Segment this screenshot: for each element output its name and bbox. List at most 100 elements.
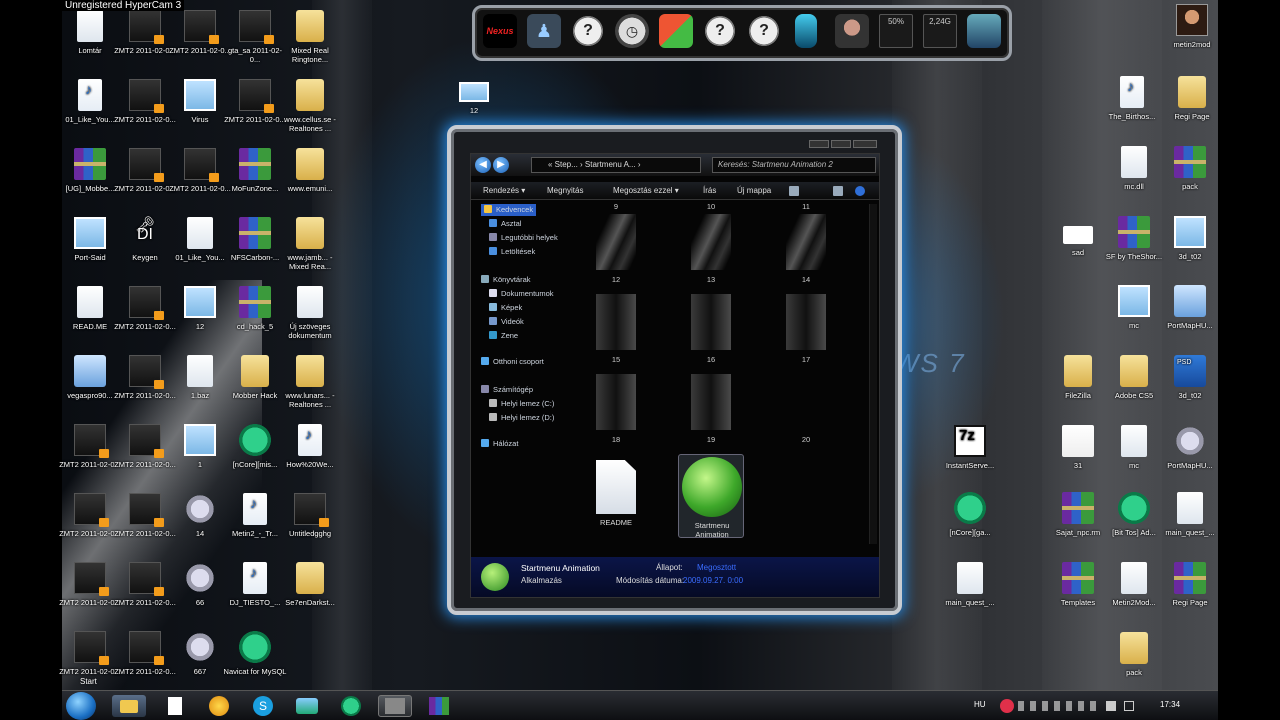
nav-item[interactable]: Legutóbbi helyek <box>489 232 558 244</box>
thumbnail-image[interactable] <box>691 374 731 430</box>
view-options-icon[interactable] <box>789 186 799 196</box>
taskbar-utorrent-button[interactable] <box>334 695 368 717</box>
taskbar-messenger-button[interactable] <box>202 695 236 717</box>
flag-icon[interactable] <box>1106 701 1116 711</box>
desktop-icon[interactable]: Sajat_npc.rm <box>1046 492 1110 537</box>
thumbnail-image[interactable] <box>691 214 731 270</box>
organize-button[interactable]: Rendezés ▾ <box>483 186 525 195</box>
battery-icon[interactable] <box>795 14 817 48</box>
avatar-icon[interactable] <box>835 14 869 48</box>
taskbar-explorer-button[interactable] <box>112 695 146 717</box>
desktop-icon[interactable]: pack <box>1102 632 1166 677</box>
desktop-icon[interactable]: Regi Page <box>1158 562 1222 607</box>
game-icon[interactable]: ♟ <box>527 14 561 48</box>
nav-item[interactable]: Képek <box>489 302 522 314</box>
desktop-icon[interactable]: sad <box>1046 216 1110 257</box>
nav-item[interactable]: Dokumentumok <box>489 288 554 300</box>
desktop-icon[interactable]: 12 <box>442 82 506 115</box>
desktop-icon[interactable]: mc <box>1102 425 1166 470</box>
file-item[interactable]: Startmenu Animation <box>678 454 744 539</box>
desktop-icon[interactable]: 3d_t02 <box>1158 216 1222 261</box>
desktop-icon[interactable]: Metin2Mod... <box>1102 562 1166 607</box>
nav-item[interactable]: Számítógép <box>481 384 533 396</box>
close-button[interactable] <box>853 140 877 148</box>
nav-item[interactable]: Helyi lemez (D:) <box>489 412 554 424</box>
forward-button[interactable]: ▶ <box>493 157 509 173</box>
maximize-button[interactable] <box>831 140 851 148</box>
nav-item[interactable]: Letöltések <box>489 246 535 258</box>
desktop-icon[interactable]: Regi Page <box>1160 76 1224 121</box>
desktop-icon[interactable]: How%20We... <box>278 424 342 469</box>
back-button[interactable]: ◀ <box>475 157 491 173</box>
scrollbar[interactable] <box>869 204 877 544</box>
taskbar-notepad-button[interactable] <box>158 695 192 717</box>
taskbar-network-button[interactable] <box>290 695 324 717</box>
desktop-icon[interactable]: www.cellus.se - Realtones ... <box>278 79 342 133</box>
help-icon[interactable] <box>855 186 865 196</box>
desktop-icon[interactable]: Templates <box>1046 562 1110 607</box>
desktop-icon[interactable]: InstantServe... <box>938 425 1002 470</box>
desktop-icon[interactable]: www.lunars... - Realtones ... <box>278 355 342 409</box>
taskbar-winrar-button[interactable] <box>422 695 456 717</box>
thumbnail-image[interactable] <box>596 294 636 350</box>
search-input[interactable]: Keresés: Startmenu Animation 2 <box>712 157 876 173</box>
desktop-icon[interactable]: SF by TheShor... <box>1102 216 1166 261</box>
desktop-icon[interactable]: Új szöveges dokumentum <box>278 286 342 340</box>
thumbnail-image[interactable] <box>596 214 636 270</box>
nav-item[interactable]: Otthoni csoport <box>481 356 544 368</box>
nav-item[interactable]: Zene <box>489 330 518 342</box>
help-icon[interactable]: ? <box>747 14 781 48</box>
camera-icon[interactable] <box>967 14 1001 48</box>
language-indicator[interactable]: HU <box>974 700 986 709</box>
desktop-icon[interactable]: 31 <box>1046 425 1110 470</box>
desktop-icon[interactable]: pack <box>1158 146 1222 191</box>
tray-icons[interactable] <box>1018 701 1098 711</box>
help-icon[interactable]: ? <box>571 14 605 48</box>
desktop-icon[interactable]: Navicat for MySQL <box>223 631 287 676</box>
desktop-icon[interactable]: main_quest_... <box>938 562 1002 607</box>
desktop-icon[interactable]: The_Birthos... <box>1100 76 1164 121</box>
nav-item[interactable]: Videók <box>489 316 524 328</box>
file-item[interactable]: README <box>583 454 649 538</box>
thumbnail-image[interactable] <box>786 214 826 270</box>
desktop-icon[interactable]: PortMapHU... <box>1158 285 1222 330</box>
desktop-icon[interactable]: FileZilla <box>1046 355 1110 400</box>
clock-icon[interactable]: ◷ <box>615 14 649 48</box>
thumbnail-image[interactable] <box>786 294 826 350</box>
breadcrumb[interactable]: « Step... › Startmenu A... › <box>531 157 701 173</box>
new-folder-button[interactable]: Új mappa <box>737 186 771 195</box>
clock[interactable]: 17:34 <box>1160 700 1180 709</box>
minimize-button[interactable] <box>809 140 829 148</box>
desktop-icon[interactable]: Adobe CS5 <box>1102 355 1166 400</box>
taskbar-app-button[interactable] <box>378 695 412 717</box>
desktop-icon[interactable]: Mixed Real Ringtone... <box>278 10 342 64</box>
open-button[interactable]: Megnyitás <box>547 186 583 195</box>
desktop-icon[interactable]: mc.dll <box>1102 146 1166 191</box>
taskbar-skype-button[interactable]: S <box>246 695 280 717</box>
share-button[interactable]: Megosztás ezzel ▾ <box>613 186 679 195</box>
start-button[interactable] <box>66 692 96 720</box>
desktop-icon[interactable]: metin2mod <box>1160 4 1224 49</box>
desktop-icon[interactable]: Se7enDarkst... <box>278 562 342 607</box>
thumbnail-image[interactable] <box>596 374 636 430</box>
thumbnail-image[interactable] <box>691 294 731 350</box>
desktop-icon[interactable]: www.emuni... <box>278 148 342 193</box>
desktop-icon[interactable]: PortMapHU... <box>1158 425 1222 470</box>
desktop-icon[interactable]: [nCore][ga... <box>938 492 1002 537</box>
nav-item[interactable]: Helyi lemez (C:) <box>489 398 554 410</box>
windows-icon[interactable] <box>659 14 693 48</box>
desktop-icon[interactable]: mc <box>1102 285 1166 330</box>
desktop-icon[interactable]: Untitledgghg <box>278 493 342 538</box>
nav-item[interactable]: Kedvencek <box>481 204 537 216</box>
burn-button[interactable]: Írás <box>703 186 716 195</box>
nav-item[interactable]: Könyvtárak <box>481 274 531 286</box>
recording-icon[interactable] <box>1000 699 1014 713</box>
desktop-icon[interactable]: [Bit Tos] Ad... <box>1102 492 1166 537</box>
help-icon[interactable]: ? <box>703 14 737 48</box>
desktop-icon[interactable]: 3d_t02 <box>1158 355 1222 400</box>
nexus-logo[interactable]: Nexus <box>483 14 517 48</box>
network-tray-icon[interactable] <box>1124 701 1134 711</box>
desktop-icon[interactable]: www.jamb... - Mixed Rea... <box>278 217 342 271</box>
nav-item[interactable]: Hálózat <box>481 438 518 450</box>
desktop-icon[interactable]: main_quest_... <box>1158 492 1222 537</box>
